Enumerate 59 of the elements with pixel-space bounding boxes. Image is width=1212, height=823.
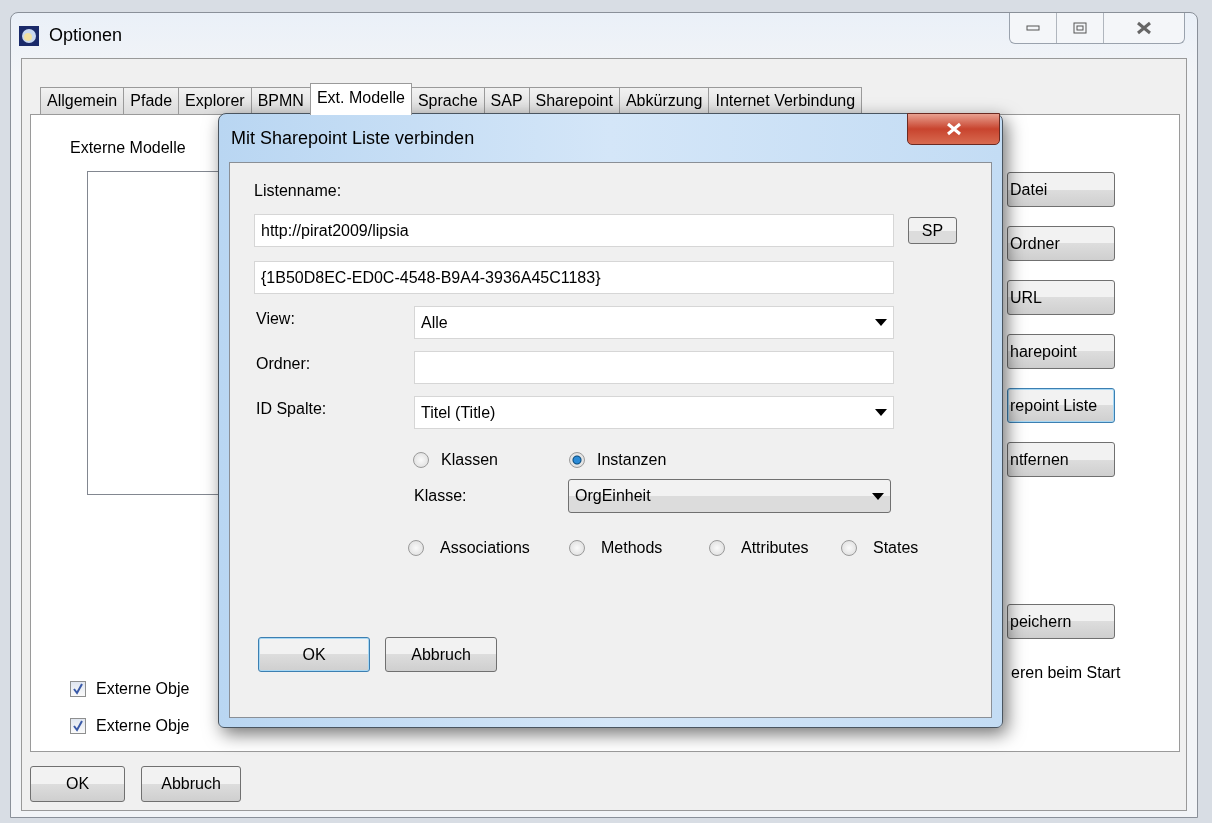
dropdown[interactable]: OrgEinheit <box>568 479 891 513</box>
dropdown[interactable]: Alle <box>414 306 894 339</box>
minimize-icon <box>1026 25 1040 31</box>
radio-option[interactable]: Attributes <box>709 539 841 557</box>
input-field[interactable] <box>414 351 894 384</box>
caret-icon <box>875 409 887 416</box>
side-button[interactable]: ntfernen <box>1007 442 1115 477</box>
dialog-button[interactable]: Abbruch <box>141 766 241 802</box>
field-label: ID Spalte: <box>255 399 328 418</box>
side-button[interactable]: Datei <box>1007 172 1115 207</box>
tab[interactable]: Sharepoint <box>528 87 620 114</box>
list-name-label: Listenname: <box>254 182 343 201</box>
dialog-button[interactable]: OK <box>30 766 125 802</box>
tab[interactable]: Pfade <box>123 87 180 114</box>
side-button[interactable]: repoint Liste <box>1007 388 1115 423</box>
checkbox[interactable] <box>70 681 86 697</box>
checkbox[interactable] <box>70 718 86 734</box>
radio-button[interactable] <box>569 452 585 468</box>
dropdown[interactable]: Titel (Title) <box>414 396 894 429</box>
list-id-field[interactable]: {1B50D8EC-ED0C-4548-B9A4-3936A45C1183} <box>254 261 894 294</box>
globe-icon <box>19 25 39 46</box>
section-label: Externe Modelle <box>70 139 186 157</box>
radio-option[interactable]: Instanzen <box>569 451 725 469</box>
side-button[interactable]: harepoint <box>1007 334 1115 369</box>
radio-button[interactable] <box>569 540 585 556</box>
window-title: Optionen <box>49 25 123 46</box>
option-label: eren beim Start <box>1010 664 1121 682</box>
checkbox-label: Externe Obje <box>96 717 190 735</box>
close-button[interactable] <box>907 113 1000 145</box>
caret-icon <box>872 492 884 500</box>
radio-button[interactable] <box>709 540 725 556</box>
tab[interactable]: Internet Verbindung <box>708 87 863 114</box>
tab[interactable]: Explorer <box>178 87 252 114</box>
radio-button[interactable] <box>408 540 424 556</box>
close-icon <box>944 122 963 136</box>
side-button[interactable]: Ordner <box>1007 226 1115 261</box>
radio-option[interactable]: Klassen <box>413 451 569 469</box>
radio-option[interactable]: Methods <box>569 539 709 557</box>
field-label: Ordner: <box>255 354 312 373</box>
radio-button[interactable] <box>413 452 429 468</box>
save-button[interactable]: peichern <box>1007 604 1115 639</box>
tab[interactable]: Sprache <box>410 87 485 114</box>
radio-option[interactable]: States <box>841 539 919 557</box>
caret-icon <box>875 319 887 326</box>
dialog-button[interactable]: OK <box>258 637 370 672</box>
checkbox-label: Externe Obje <box>96 680 190 698</box>
dialog-button[interactable]: Abbruch <box>385 637 497 672</box>
radio-option[interactable]: Associations <box>408 539 569 557</box>
radio-button[interactable] <box>841 540 857 556</box>
tab[interactable]: Allgemein <box>40 87 125 114</box>
close-icon <box>1135 21 1153 35</box>
tab[interactable]: Ext. Modelle <box>309 83 412 115</box>
field-label: View: <box>255 309 296 328</box>
dialog-title: Mit Sharepoint Liste verbinden <box>231 127 475 149</box>
side-button[interactable]: URL <box>1007 280 1115 315</box>
url-field[interactable]: http://pirat2009/lipsia <box>254 214 894 247</box>
maximize-icon <box>1073 22 1087 34</box>
field-label: Klasse: <box>414 487 468 505</box>
sp-button[interactable]: SP <box>908 217 957 244</box>
